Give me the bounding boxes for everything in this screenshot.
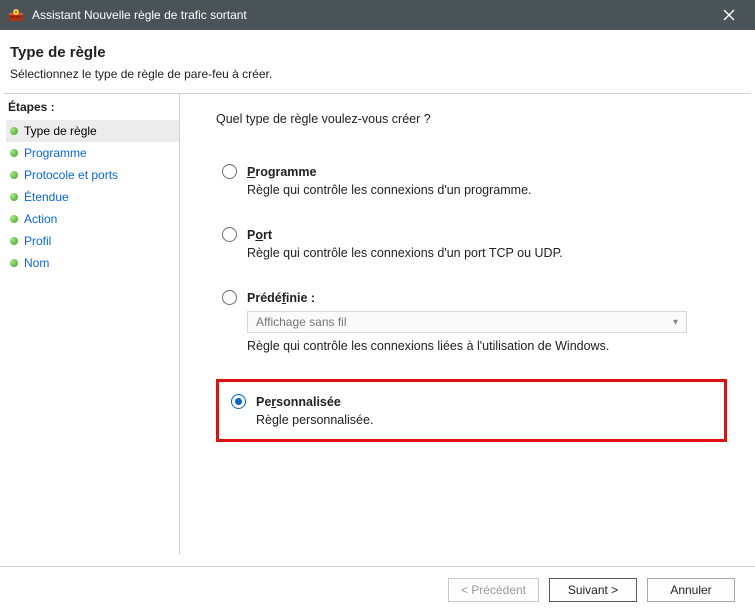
option-label: Programme <box>247 165 316 179</box>
step-bullet-icon <box>10 127 18 135</box>
option-description: Règle qui contrôle les connexions d'un p… <box>247 246 721 260</box>
option-predefinie: Prédéfinie : Affichage sans fil ▾ Règle … <box>216 286 727 357</box>
step-bullet-icon <box>10 149 18 157</box>
radio-port[interactable]: Port <box>222 227 721 242</box>
step-bullet-icon <box>10 237 18 245</box>
step-label: Protocole et ports <box>24 168 118 182</box>
close-icon <box>723 9 735 21</box>
back-button: < Précédent <box>448 578 539 602</box>
option-personnalisee-highlight: Personnalisée Règle personnalisée. <box>216 379 727 442</box>
option-description: Règle personnalisée. <box>256 413 712 427</box>
wizard-body: Étapes : Type de règle Programme Protoco… <box>0 94 755 555</box>
step-label: Profil <box>24 234 51 248</box>
next-button[interactable]: Suivant > <box>549 578 637 602</box>
step-programme[interactable]: Programme <box>6 142 179 164</box>
content-panel: Quel type de règle voulez-vous créer ? P… <box>180 94 755 555</box>
step-label: Action <box>24 212 57 226</box>
step-type-de-regle[interactable]: Type de règle <box>6 120 179 142</box>
radio-personnalisee[interactable]: Personnalisée <box>231 394 712 409</box>
chevron-down-icon: ▾ <box>673 317 678 328</box>
step-label: Nom <box>24 256 49 270</box>
step-bullet-icon <box>10 171 18 179</box>
step-label: Étendue <box>24 190 69 204</box>
content-prompt: Quel type de règle voulez-vous créer ? <box>216 112 727 126</box>
wizard-header: Type de règle Sélectionnez le type de rè… <box>0 30 755 93</box>
radio-programme[interactable]: Programme <box>222 164 721 179</box>
steps-heading: Étapes : <box>8 100 179 114</box>
step-etendue[interactable]: Étendue <box>6 186 179 208</box>
cancel-button[interactable]: Annuler <box>647 578 735 602</box>
step-bullet-icon <box>10 215 18 223</box>
page-title: Type de règle <box>10 44 745 61</box>
firewall-app-icon <box>8 7 24 23</box>
step-bullet-icon <box>10 193 18 201</box>
step-nom[interactable]: Nom <box>6 252 179 274</box>
option-label: Port <box>247 228 272 242</box>
step-bullet-icon <box>10 259 18 267</box>
option-programme: Programme Règle qui contrôle les connexi… <box>216 160 727 201</box>
option-personnalisee: Personnalisée Règle personnalisée. <box>225 390 718 431</box>
radio-icon <box>222 290 237 305</box>
wizard-footer: < Précédent Suivant > Annuler <box>0 566 755 612</box>
step-protocole-et-ports[interactable]: Protocole et ports <box>6 164 179 186</box>
step-action[interactable]: Action <box>6 208 179 230</box>
option-description: Règle qui contrôle les connexions liées … <box>247 339 721 353</box>
rule-type-options: Programme Règle qui contrôle les connexi… <box>216 160 727 442</box>
window-title: Assistant Nouvelle règle de trafic sorta… <box>32 8 709 22</box>
radio-predefinie[interactable]: Prédéfinie : <box>222 290 721 305</box>
close-button[interactable] <box>709 0 749 30</box>
radio-icon <box>222 164 237 179</box>
step-label: Programme <box>24 146 87 160</box>
predefined-select[interactable]: Affichage sans fil ▾ <box>247 311 687 333</box>
option-label: Personnalisée <box>256 395 341 409</box>
option-port: Port Règle qui contrôle les connexions d… <box>216 223 727 264</box>
step-label: Type de règle <box>24 124 97 138</box>
step-profil[interactable]: Profil <box>6 230 179 252</box>
option-label: Prédéfinie : <box>247 291 315 305</box>
option-description: Règle qui contrôle les connexions d'un p… <box>247 183 721 197</box>
predefined-select-value: Affichage sans fil <box>256 315 347 329</box>
page-subtitle: Sélectionnez le type de règle de pare-fe… <box>10 67 745 81</box>
radio-icon <box>231 394 246 409</box>
steps-panel: Étapes : Type de règle Programme Protoco… <box>0 94 180 555</box>
titlebar: Assistant Nouvelle règle de trafic sorta… <box>0 0 755 30</box>
radio-icon <box>222 227 237 242</box>
